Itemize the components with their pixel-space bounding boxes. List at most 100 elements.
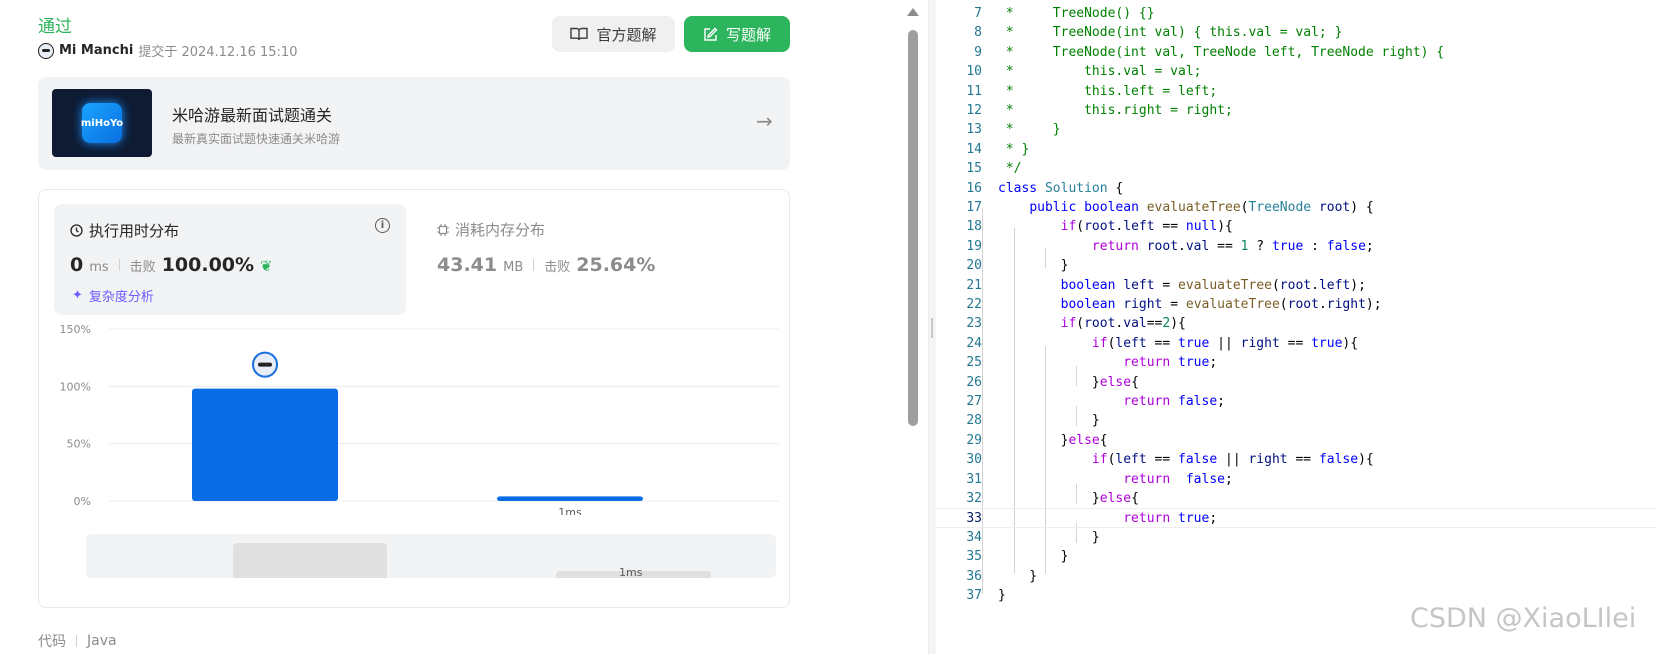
code-text[interactable]: public boolean evaluateTree(TreeNode roo…: [998, 198, 1373, 218]
code-text[interactable]: */: [998, 159, 1022, 179]
chart-ytick-label: 50%: [67, 438, 91, 451]
code-text[interactable]: }else{: [998, 373, 1139, 393]
overview-bar: [233, 543, 387, 578]
code-line[interactable]: 11 * this.left = left;: [936, 82, 1657, 102]
official-solution-button[interactable]: 官方题解: [552, 16, 675, 52]
code-line[interactable]: 28 }: [936, 411, 1657, 431]
code-text[interactable]: return true;: [998, 509, 1217, 529]
scroll-thumb[interactable]: [908, 30, 918, 426]
code-text[interactable]: }: [998, 256, 1069, 276]
code-editor[interactable]: 7 * TreeNode() {} 8 * TreeNode(int val) {…: [936, 0, 1657, 654]
code-line[interactable]: 30 if(left == false || right == false){: [936, 450, 1657, 470]
code-line[interactable]: 13 * }: [936, 120, 1657, 140]
code-text[interactable]: * this.left = left;: [998, 82, 1217, 102]
scroll-up-arrow-icon[interactable]: [907, 8, 919, 16]
code-line[interactable]: 29 }else{: [936, 431, 1657, 451]
code-line[interactable]: 7 * TreeNode() {}: [936, 4, 1657, 24]
memory-beat-label: 击败: [544, 260, 571, 275]
chip-icon: [437, 223, 449, 236]
code-line[interactable]: 26 }else{: [936, 373, 1657, 393]
code-text[interactable]: class Solution {: [998, 179, 1123, 199]
avatar[interactable]: [38, 42, 54, 59]
promo-banner[interactable]: miHoYo 米哈游最新面试题通关 最新真实面试题快速通关米哈游 →: [38, 77, 790, 170]
code-text[interactable]: return true;: [998, 353, 1217, 373]
code-text[interactable]: return root.val == 1 ? true : false;: [998, 237, 1374, 257]
code-text[interactable]: if(root.left == null){: [998, 217, 1233, 237]
code-line[interactable]: 8 * TreeNode(int val) { this.val = val; …: [936, 23, 1657, 43]
code-text[interactable]: if(left == false || right == false){: [998, 450, 1374, 470]
code-line[interactable]: 12 * this.right = right;: [936, 101, 1657, 121]
code-text[interactable]: * TreeNode(int val) { this.val = val; }: [998, 23, 1343, 43]
code-text[interactable]: * TreeNode() {}: [998, 4, 1155, 24]
code-text[interactable]: * this.val = val;: [998, 62, 1202, 82]
username[interactable]: Mi Manchi: [59, 43, 133, 58]
code-line[interactable]: 10 * this.val = val;: [936, 62, 1657, 82]
code-text[interactable]: }else{: [998, 431, 1108, 451]
code-line[interactable]: 17 public boolean evaluateTree(TreeNode …: [936, 198, 1657, 218]
line-number: 25: [966, 355, 982, 371]
code-line[interactable]: 19 return root.val == 1 ? true : false;: [936, 237, 1657, 257]
code-text[interactable]: }: [998, 547, 1069, 567]
complexity-analysis-link[interactable]: ✦ 复杂度分析: [72, 286, 154, 305]
code-line[interactable]: 21 boolean left = evaluateTree(root.left…: [936, 276, 1657, 296]
write-solution-button[interactable]: 写题解: [684, 16, 790, 52]
code-line[interactable]: 9 * TreeNode(int val, TreeNode left, Tre…: [936, 43, 1657, 63]
code-line[interactable]: 18 if(root.left == null){: [936, 217, 1657, 237]
code-text[interactable]: boolean right = evaluateTree(root.right)…: [998, 295, 1382, 315]
code-text[interactable]: return false;: [998, 392, 1225, 412]
chart-overview-scroller[interactable]: 1ms: [86, 534, 776, 578]
chart-bar[interactable]: [192, 388, 338, 501]
line-number: 36: [966, 568, 982, 584]
code-text[interactable]: }: [998, 567, 1037, 587]
code-line[interactable]: 16 class Solution {: [936, 179, 1657, 199]
code-line[interactable]: 23 if(root.val==2){: [936, 314, 1657, 334]
sparkle-icon: ✦: [72, 288, 83, 303]
code-line[interactable]: 22 boolean right = evaluateTree(root.rig…: [936, 295, 1657, 315]
code-line[interactable]: 20 }: [936, 256, 1657, 276]
code-line[interactable]: 33 return true;: [936, 508, 1657, 529]
code-text[interactable]: }: [998, 411, 1100, 431]
code-label: 代码: [38, 634, 66, 650]
panel-resize-handle[interactable]: [928, 0, 936, 654]
memory-title[interactable]: 消耗内存分布: [437, 219, 545, 240]
code-line[interactable]: 35 }: [936, 547, 1657, 567]
line-number: 34: [966, 529, 982, 545]
overview-label: 1ms: [619, 566, 643, 578]
submission-meta: Mi Manchi 提交于 2024.12.16 15:10: [38, 41, 297, 60]
memory-beat-pct: 25.64%: [576, 254, 656, 276]
code-text[interactable]: if(root.val==2){: [998, 314, 1186, 334]
chart-xtick-label: 1ms: [558, 506, 582, 515]
code-text[interactable]: boolean left = evaluateTree(root.left);: [998, 276, 1366, 296]
code-line[interactable]: 31 return false;: [936, 470, 1657, 490]
line-number: 23: [966, 316, 982, 332]
runtime-stat[interactable]: 执行用时分布 i 0 ms 击败 100.00% ❦ ✦ 复杂度分析: [54, 204, 406, 315]
code-text[interactable]: }: [998, 586, 1006, 606]
code-line[interactable]: 15 */: [936, 159, 1657, 179]
code-line[interactable]: 36 }: [936, 567, 1657, 587]
code-text[interactable]: * }: [998, 140, 1030, 160]
divider: [76, 635, 77, 647]
code-line[interactable]: 34 }: [936, 528, 1657, 548]
line-number: 11: [966, 83, 982, 99]
code-text[interactable]: }else{: [998, 489, 1139, 509]
line-number: 29: [966, 432, 982, 448]
vertical-scrollbar[interactable]: [906, 8, 920, 648]
code-line[interactable]: 14 * }: [936, 140, 1657, 160]
memory-value: 43.41: [437, 254, 498, 276]
code-line[interactable]: 32 }else{: [936, 489, 1657, 509]
code-line[interactable]: 25 return true;: [936, 353, 1657, 373]
chart-bar[interactable]: [497, 496, 643, 501]
code-text[interactable]: return false;: [998, 470, 1233, 490]
code-line[interactable]: 24 if(left == true || right == true){: [936, 334, 1657, 354]
code-text[interactable]: * this.right = right;: [998, 101, 1233, 121]
runtime-distribution-chart[interactable]: 0% 50% 100% 150% 1ms: [39, 315, 791, 515]
code-line[interactable]: 27 return false;: [936, 392, 1657, 412]
line-number: 14: [966, 141, 982, 157]
divider: [118, 259, 120, 271]
code-text[interactable]: if(left == true || right == true){: [998, 334, 1358, 354]
info-icon[interactable]: i: [375, 218, 390, 233]
code-text[interactable]: * }: [998, 120, 1061, 140]
code-text[interactable]: * TreeNode(int val, TreeNode left, TreeN…: [998, 43, 1444, 63]
code-text[interactable]: }: [998, 528, 1100, 548]
memory-title-text: 消耗内存分布: [455, 221, 546, 239]
